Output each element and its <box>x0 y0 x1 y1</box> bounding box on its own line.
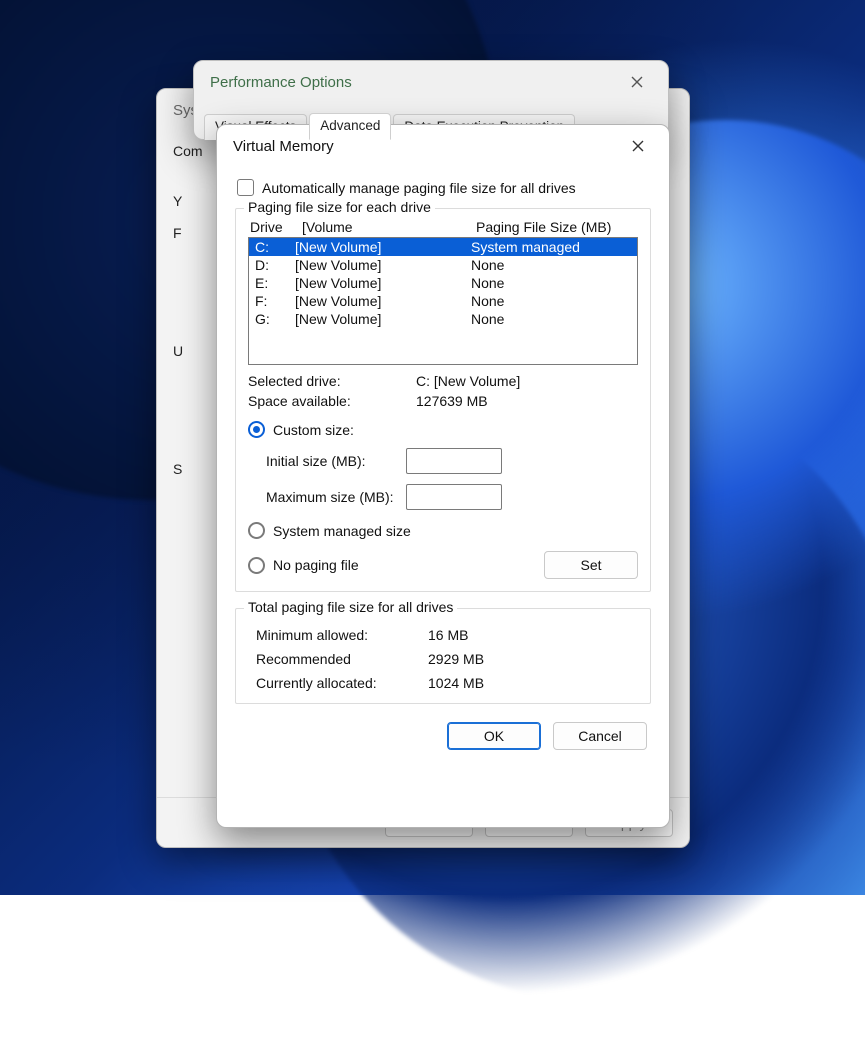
recommended-value: 2929 MB <box>428 651 484 667</box>
drive-letter: E: <box>255 275 295 291</box>
virtual-memory-titlebar[interactable]: Virtual Memory <box>217 125 669 167</box>
paging-file-each-drive-group: Paging file size for each drive Drive [V… <box>235 208 651 592</box>
maximum-size-label: Maximum size (MB): <box>248 489 406 505</box>
currently-allocated-label: Currently allocated: <box>248 675 428 691</box>
drive-volume: [New Volume] <box>295 293 471 309</box>
radio-icon <box>248 557 265 574</box>
custom-size-label: Custom size: <box>273 422 354 438</box>
virtual-memory-dialog: Virtual Memory Automatically manage pagi… <box>216 124 670 828</box>
drive-volume: [New Volume] <box>295 257 471 273</box>
maximum-size-input[interactable] <box>406 484 502 510</box>
no-paging-file-radio[interactable]: No paging file <box>248 557 359 574</box>
drive-paging-size: None <box>471 275 631 291</box>
currently-allocated-value: 1024 MB <box>428 675 484 691</box>
selected-drive-value: C: [New Volume] <box>416 373 520 389</box>
drive-row[interactable]: G:[New Volume]None <box>249 310 637 328</box>
auto-manage-label: Automatically manage paging file size fo… <box>262 180 576 196</box>
system-managed-label: System managed size <box>273 523 411 539</box>
initial-size-label: Initial size (MB): <box>248 453 406 469</box>
drive-volume: [New Volume] <box>295 311 471 327</box>
drive-list[interactable]: C:[New Volume]System managedD:[New Volum… <box>248 237 638 365</box>
space-available-label: Space available: <box>248 393 416 409</box>
no-paging-file-label: No paging file <box>273 557 359 573</box>
close-icon[interactable] <box>617 132 659 160</box>
drive-row[interactable]: F:[New Volume]None <box>249 292 637 310</box>
header-paging-size: Paging File Size (MB) <box>476 219 636 235</box>
drive-row[interactable]: E:[New Volume]None <box>249 274 637 292</box>
auto-manage-checkbox[interactable]: Automatically manage paging file size fo… <box>237 179 651 196</box>
drive-volume: [New Volume] <box>295 275 471 291</box>
system-managed-radio[interactable]: System managed size <box>248 522 638 539</box>
recommended-label: Recommended <box>248 651 428 667</box>
close-icon[interactable] <box>616 68 658 96</box>
ok-button[interactable]: OK <box>447 722 541 750</box>
group-legend: Paging file size for each drive <box>244 199 435 215</box>
drive-paging-size: None <box>471 257 631 273</box>
drive-letter: F: <box>255 293 295 309</box>
drive-row[interactable]: C:[New Volume]System managed <box>249 238 637 256</box>
drive-paging-size: System managed <box>471 239 631 255</box>
drive-letter: C: <box>255 239 295 255</box>
custom-size-radio[interactable]: Custom size: <box>248 421 638 438</box>
drive-volume: [New Volume] <box>295 239 471 255</box>
drive-row[interactable]: D:[New Volume]None <box>249 256 637 274</box>
checkbox-icon <box>237 179 254 196</box>
drive-paging-size: None <box>471 293 631 309</box>
selected-drive-label: Selected drive: <box>248 373 416 389</box>
performance-options-titlebar[interactable]: Performance Options <box>194 61 668 103</box>
set-button[interactable]: Set <box>544 551 638 579</box>
drive-paging-size: None <box>471 311 631 327</box>
drive-letter: G: <box>255 311 295 327</box>
total-paging-file-group: Total paging file size for all drives Mi… <box>235 608 651 704</box>
initial-size-input[interactable] <box>406 448 502 474</box>
performance-options-title: Performance Options <box>210 74 352 91</box>
space-available-value: 127639 MB <box>416 393 488 409</box>
cancel-button[interactable]: Cancel <box>553 722 647 750</box>
tab-advanced[interactable]: Advanced <box>309 113 391 140</box>
header-volume: [Volume <box>302 219 476 235</box>
radio-icon <box>248 522 265 539</box>
drive-list-headers: Drive [Volume Paging File Size (MB) <box>248 219 638 237</box>
virtual-memory-button-row: OK Cancel <box>235 704 651 750</box>
header-drive: Drive <box>250 219 302 235</box>
minimum-allowed-value: 16 MB <box>428 627 468 643</box>
drive-letter: D: <box>255 257 295 273</box>
group-legend: Total paging file size for all drives <box>244 599 457 615</box>
virtual-memory-title: Virtual Memory <box>233 138 334 155</box>
radio-icon <box>248 421 265 438</box>
minimum-allowed-label: Minimum allowed: <box>248 627 428 643</box>
